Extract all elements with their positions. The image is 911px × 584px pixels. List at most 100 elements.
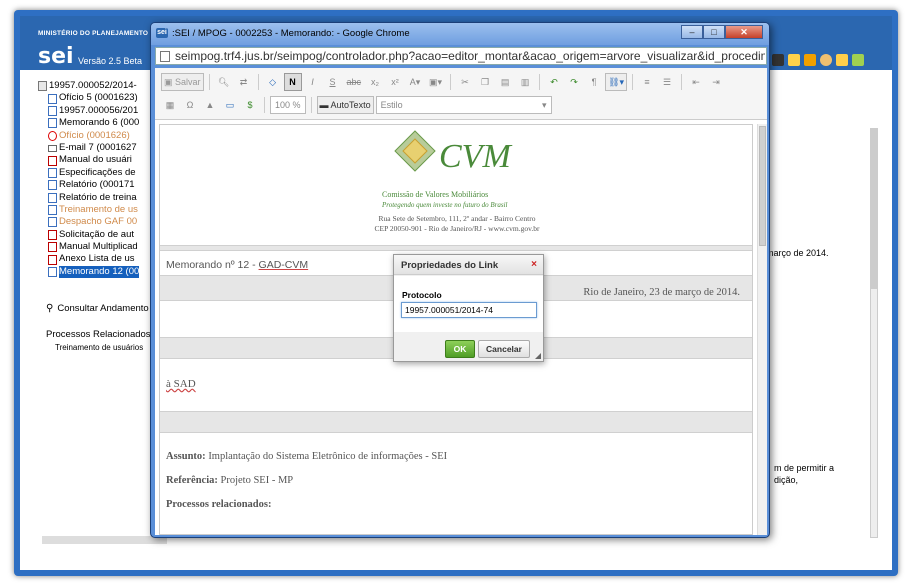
- tree-item[interactable]: Despacho GAF 00: [38, 216, 158, 228]
- process-tree: 19957.000052/2014- Ofício 5 (0001623) 1995…: [38, 80, 158, 279]
- strikethrough-icon[interactable]: abc: [344, 73, 365, 91]
- reference-line[interactable]: Referência: Projeto SEI - MP: [166, 475, 293, 486]
- user-icon[interactable]: [820, 54, 832, 66]
- dialog-header[interactable]: Propriedades do Link ×: [394, 255, 543, 275]
- tree-item[interactable]: Relatório de treina: [38, 192, 158, 204]
- table-icon[interactable]: ▦: [161, 96, 179, 114]
- background-scrollbar[interactable]: [870, 128, 878, 538]
- address-line-2: CEP 20050-901 - Rio de Janeiro/RJ - www.…: [374, 224, 540, 233]
- close-icon[interactable]: ×: [531, 259, 537, 270]
- tree-item[interactable]: Solicitação de aut: [38, 229, 158, 241]
- tree-item[interactable]: Relatório (000171: [38, 179, 158, 191]
- document-scrollbar[interactable]: [757, 124, 767, 535]
- tree-item-label: Anexo Lista de us: [59, 253, 135, 265]
- memo-number[interactable]: Memorando nº 12 - GAD-CVM: [166, 259, 308, 271]
- cut-icon[interactable]: ✂: [456, 73, 474, 91]
- protocolo-label: Protocolo: [402, 290, 442, 300]
- recipient[interactable]: à SAD: [166, 378, 196, 390]
- document-icon: [48, 180, 57, 191]
- cancel-button[interactable]: Cancelar: [478, 340, 530, 358]
- window-title: :SEI / MPOG - 0002253 - Memorando: - Goo…: [172, 28, 410, 39]
- sei-link-icon[interactable]: ▭: [221, 96, 239, 114]
- bold-button[interactable]: N: [283, 73, 302, 91]
- url-text[interactable]: seimpog.trf4.jus.br/seimpog/controlador.…: [175, 49, 765, 63]
- exit-icon[interactable]: [852, 54, 864, 66]
- consultar-label: Consultar Andamento: [57, 303, 149, 314]
- background-color-icon[interactable]: ▣▾: [426, 73, 445, 91]
- eraser-icon[interactable]: ◇: [264, 73, 282, 91]
- tree-item[interactable]: 19957.000052/2014-: [38, 80, 158, 92]
- tree-item[interactable]: Memorando 12 (00: [38, 265, 158, 279]
- scrollbar-thumb[interactable]: [871, 129, 877, 289]
- ok-button[interactable]: OK: [445, 340, 475, 358]
- tree-item[interactable]: Manual do usuári: [38, 154, 158, 166]
- outdent-icon[interactable]: ⇤: [687, 73, 705, 91]
- replace-icon[interactable]: ⇄: [235, 73, 253, 91]
- pdf-icon: [48, 229, 57, 240]
- tree-item[interactable]: Memorando 6 (000: [38, 117, 158, 129]
- subscript-icon[interactable]: x₂: [366, 73, 384, 91]
- consultar-andamento-link[interactable]: ⚲ Consultar Andamento: [46, 303, 149, 314]
- subject-label: Assunto:: [166, 451, 206, 462]
- text-color-icon[interactable]: A▾: [406, 73, 424, 91]
- memo-unit-link[interactable]: GAD-CVM: [259, 259, 309, 271]
- superscript-icon[interactable]: x²: [386, 73, 404, 91]
- n-badge-icon[interactable]: [804, 54, 816, 66]
- numbered-list-icon[interactable]: ≡: [638, 73, 656, 91]
- menu-icon[interactable]: [788, 54, 800, 66]
- paragraph-icon[interactable]: ¶: [585, 73, 603, 91]
- protocolo-input[interactable]: [401, 302, 537, 318]
- image-icon[interactable]: ▲: [201, 96, 219, 114]
- tree-item[interactable]: Especificações de: [38, 167, 158, 179]
- indent-icon[interactable]: ⇥: [707, 73, 725, 91]
- toolbar-row-2: ▦ Ω ▲ ▭ $ 100 % ▬ AutoTexto Estilo ▾: [161, 96, 552, 114]
- tree-item[interactable]: Anexo Lista de us: [38, 253, 158, 265]
- tools-icon[interactable]: [836, 54, 848, 66]
- memo-prefix: Memorando nº 12 -: [166, 259, 259, 271]
- tree-item[interactable]: 19957.000056/201: [38, 105, 158, 117]
- dropdown-icon[interactable]: [772, 54, 784, 66]
- undo-icon[interactable]: ↶: [545, 73, 563, 91]
- document-icon: [48, 105, 57, 116]
- background-text: m de permitir a: [774, 463, 835, 473]
- link-icon[interactable]: ⛓▾: [605, 73, 628, 91]
- tree-item-label: Especificações de: [59, 166, 136, 178]
- toolbar-separator: [539, 74, 541, 90]
- scrollbar-thumb[interactable]: [759, 126, 766, 246]
- tree-item[interactable]: Ofício (0001626): [38, 130, 158, 142]
- save-button[interactable]: ▣ Salvar: [161, 73, 204, 91]
- minimize-button[interactable]: –: [681, 25, 703, 39]
- underline-button[interactable]: S: [324, 73, 342, 91]
- window-titlebar[interactable]: sei :SEI / MPOG - 0002253 - Memorando: -…: [151, 23, 769, 45]
- paste-icon[interactable]: ▤: [496, 73, 514, 91]
- background-text: dição,: [774, 475, 799, 485]
- close-window-button[interactable]: ✕: [725, 25, 763, 39]
- subject-line[interactable]: Assunto: Implantação do Sistema Eletrôni…: [166, 451, 447, 462]
- zoom-select[interactable]: 100 %: [270, 96, 306, 114]
- bulleted-list-icon[interactable]: ☰: [658, 73, 676, 91]
- paste-word-icon[interactable]: ▥: [516, 73, 534, 91]
- special-char-icon[interactable]: Ω: [181, 96, 199, 114]
- redo-icon[interactable]: ↷: [565, 73, 583, 91]
- currency-icon[interactable]: $: [241, 96, 259, 114]
- related-processes-line[interactable]: Processos relacionados:: [166, 499, 271, 510]
- maximize-button[interactable]: □: [703, 25, 725, 39]
- italic-button[interactable]: I: [304, 73, 322, 91]
- pdf-icon: [48, 155, 57, 166]
- tree-item[interactable]: Treinamento de us: [38, 204, 158, 216]
- document-icon: [48, 167, 57, 178]
- autotexto-button[interactable]: ▬ AutoTexto: [316, 96, 374, 114]
- tree-item[interactable]: Manual Multiplicad: [38, 241, 158, 253]
- date-line[interactable]: Rio de Janeiro, 23 de março de 2014.: [583, 287, 740, 298]
- style-select[interactable]: Estilo ▾: [375, 96, 552, 114]
- resize-grip-icon[interactable]: [535, 353, 541, 359]
- address-bar[interactable]: seimpog.trf4.jus.br/seimpog/controlador.…: [155, 47, 767, 65]
- tree-item[interactable]: E-mail 7 (0001627: [38, 142, 158, 154]
- related-process-link[interactable]: Treinamento de usuários: [55, 343, 143, 352]
- find-icon[interactable]: 🔍︎: [215, 73, 233, 91]
- background-date-text: março de 2014.: [766, 248, 829, 258]
- tree-horizontal-scrollbar[interactable]: [42, 536, 167, 544]
- copy-icon[interactable]: ❐: [476, 73, 494, 91]
- toolbar-separator: [264, 97, 265, 113]
- tree-item[interactable]: Ofício 5 (0001623): [38, 92, 158, 104]
